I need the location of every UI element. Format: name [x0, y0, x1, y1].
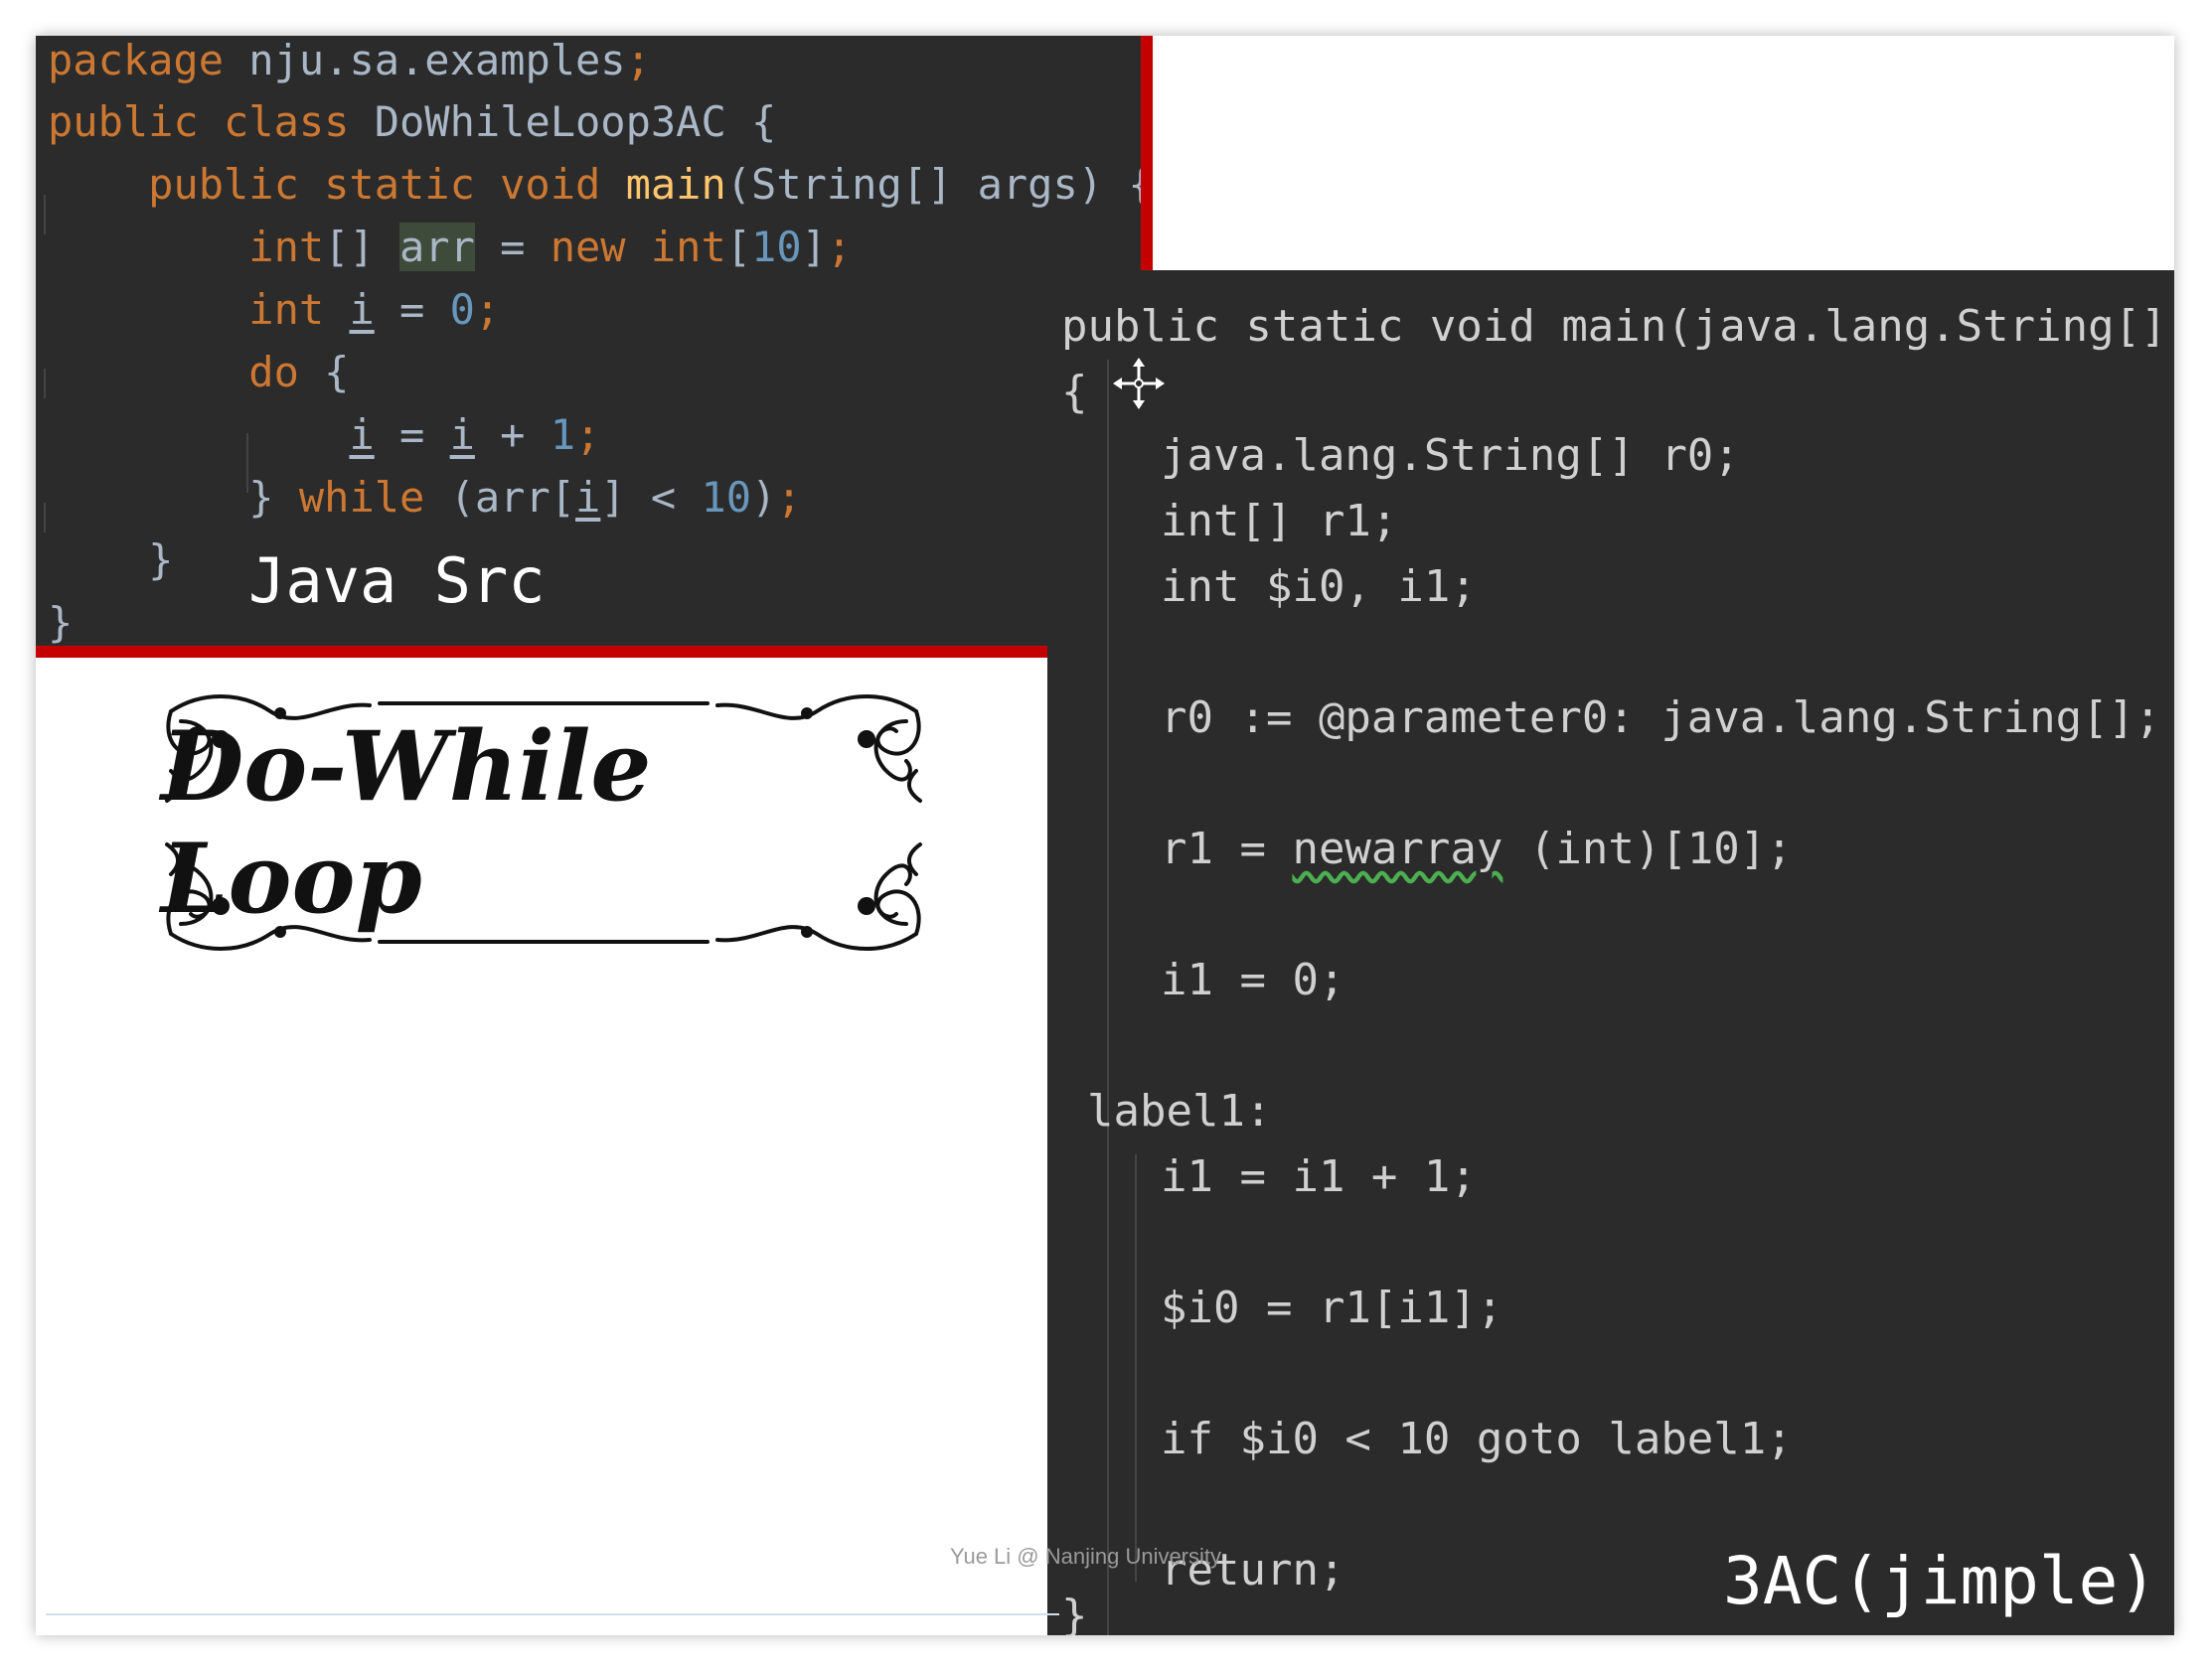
java-code-line: public class DoWhileLoop3AC { [48, 91, 776, 153]
java-token: = [474, 223, 551, 271]
java-token: public class [48, 97, 375, 146]
java-token: ; [776, 473, 802, 522]
java-token [48, 410, 349, 459]
red-border-bottom [36, 646, 1047, 658]
java-source-panel: package nju.sa.examples; public class DoW… [36, 36, 1141, 658]
jimple-param-stmt: r0 := @parameter0: java.lang.String[]; [1161, 692, 2161, 743]
jimple-method-header: public static void main(java.lang.String… [1061, 301, 2174, 352]
java-token: } [48, 473, 299, 522]
java-code-line: } [48, 592, 73, 654]
gutter-mark [44, 369, 46, 398]
slide: package nju.sa.examples; public class DoW… [36, 36, 2174, 1635]
java-code-line: int[] arr = new int[10]; [48, 217, 852, 278]
java-code-line: i = i + 1; [48, 404, 600, 466]
java-token: (arr[ [449, 473, 576, 522]
java-token: i [449, 410, 475, 459]
bottom-rule [46, 1613, 1059, 1615]
java-code-line: int i = 0; [48, 279, 500, 341]
jimple-branch-stmt: if $i0 < 10 goto label1; [1161, 1414, 1793, 1464]
java-code-line: package nju.sa.examples; [48, 36, 651, 91]
java-token: { [324, 348, 350, 396]
java-token: nju.sa.examples [248, 36, 626, 84]
java-src-caption: Java Src [248, 544, 546, 617]
java-token: ] [801, 223, 827, 271]
jimple-label: label1: [1087, 1086, 1272, 1137]
java-token: package [48, 36, 249, 84]
java-token: ; [575, 410, 601, 459]
java-token: new int [550, 223, 726, 271]
java-token: ; [625, 36, 651, 84]
move-cursor-icon [1113, 358, 1165, 409]
jimple-panel: public static void main(java.lang.String… [1047, 270, 2174, 1635]
alloc-prefix: r1 = [1161, 824, 1293, 874]
java-token: 1 [550, 410, 576, 459]
footer-credit: Yue Li @ Nanjing University [950, 1544, 1222, 1569]
gutter-mark [44, 195, 46, 234]
java-token: int [48, 223, 325, 271]
jimple-alloc-stmt: r1 = newarray (int)[10]; [1161, 819, 1793, 880]
jimple-caption: 3AC(jimple) [1723, 1543, 2158, 1619]
indent-guide [1135, 1154, 1137, 1582]
java-token: while [298, 473, 450, 522]
java-token: } [48, 535, 174, 584]
alloc-suffix: (int)[10]; [1502, 824, 1793, 874]
java-code-line: } while (arr[i] < 10); [48, 467, 802, 529]
jimple-open-brace: { [1061, 367, 1088, 417]
jimple-close-brace: } [1061, 1591, 1088, 1635]
java-token: ] < [600, 473, 702, 522]
java-code-line: public static void main(String[] args) { [48, 154, 1141, 216]
java-token: = [374, 410, 450, 459]
java-token: i [349, 410, 375, 459]
jimple-decl: int $i0, i1; [1161, 561, 1477, 612]
java-token: [ [725, 223, 752, 271]
java-code-line: } [48, 530, 173, 591]
java-token: public static void [48, 160, 626, 209]
java-token: 10 [751, 223, 802, 271]
java-token: 0 [449, 285, 475, 334]
java-token: + [474, 410, 551, 459]
java-token: (String[] args) { [725, 160, 1141, 209]
java-token: do [48, 348, 325, 396]
java-token: ; [474, 285, 501, 334]
java-token: arr [399, 223, 475, 271]
java-token: [] [324, 223, 400, 271]
java-token: = [374, 285, 450, 334]
jimple-decl: java.lang.String[] r0; [1161, 430, 1740, 481]
java-token: 10 [701, 473, 752, 522]
banner-title: Do-While Loop [161, 710, 652, 935]
indent-guide [246, 433, 248, 493]
java-token: main [625, 160, 726, 209]
java-code-line: do { [48, 342, 349, 403]
indent-guide [1107, 360, 1109, 1635]
jimple-decl: int[] r1; [1161, 496, 1398, 546]
java-token: DoWhileLoop3AC { [374, 97, 777, 146]
red-border-right [1141, 36, 1153, 270]
java-token: ; [826, 223, 853, 271]
jimple-incr-stmt: i1 = i1 + 1; [1161, 1151, 1477, 1202]
java-token: ) [751, 473, 777, 522]
jimple-init-stmt: i1 = 0; [1161, 955, 1345, 1005]
jimple-load-stmt: $i0 = r1[i1]; [1161, 1283, 1503, 1333]
java-token: i [575, 473, 601, 522]
java-token: } [48, 598, 74, 647]
java-token: int [48, 285, 350, 334]
newarray-token: newarray [1292, 824, 1503, 874]
do-while-banner: Do-While Loop [161, 691, 926, 954]
java-token: i [349, 285, 375, 334]
gutter-mark [44, 503, 46, 532]
